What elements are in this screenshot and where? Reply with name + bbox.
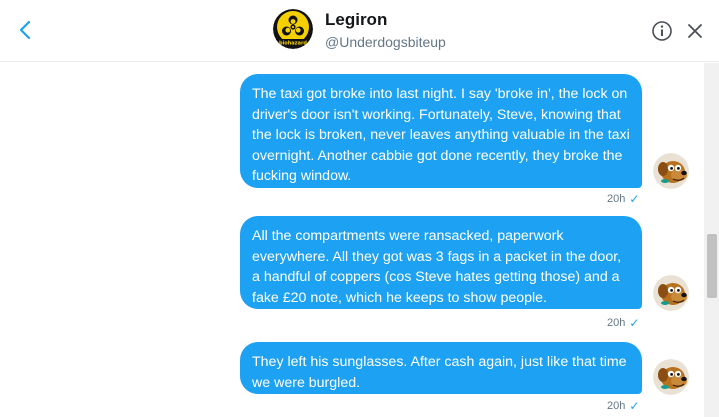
message-time: 20h [607, 400, 626, 412]
message-meta: 20h ✓ [607, 192, 639, 206]
chevron-left-icon [19, 20, 31, 40]
message-text: All the compartments were ransacked, pap… [252, 228, 622, 306]
biohazard-logo: biohazard [273, 9, 313, 49]
message-text: The taxi got broke into last night. I sa… [252, 86, 630, 184]
close-button[interactable] [686, 22, 704, 40]
conversation-title[interactable]: Legiron [325, 10, 387, 30]
scooby-doo-avatar [653, 359, 689, 395]
scooby-doo-avatar [653, 153, 689, 189]
info-icon [652, 21, 672, 41]
message-time: 20h [607, 193, 626, 205]
scrollbar-thumb[interactable] [707, 234, 717, 298]
checkmark-icon: ✓ [629, 399, 640, 413]
checkmark-icon: ✓ [629, 192, 640, 206]
sender-avatar[interactable] [653, 153, 689, 189]
sender-avatar[interactable] [653, 275, 689, 311]
message-bubble[interactable]: All the compartments were ransacked, pap… [240, 216, 642, 309]
message-list[interactable]: The taxi got broke into last night. I sa… [0, 63, 719, 417]
avatar-caption: biohazard [279, 41, 307, 47]
checkmark-icon: ✓ [629, 316, 640, 330]
scooby-doo-avatar [653, 275, 689, 311]
profile-avatar[interactable]: biohazard [273, 9, 313, 49]
message-bubble[interactable]: The taxi got broke into last night. I sa… [240, 74, 642, 188]
conversation-handle[interactable]: @Underdogsbiteup [325, 34, 446, 50]
back-button[interactable] [12, 17, 38, 43]
message-text: They left his sunglasses. After cash aga… [252, 354, 627, 391]
info-button[interactable] [651, 20, 673, 42]
conversation-header: biohazard Legiron @Underdogsbiteup [0, 0, 719, 62]
sender-avatar[interactable] [653, 359, 689, 395]
close-icon [688, 24, 702, 38]
message-bubble[interactable]: They left his sunglasses. After cash aga… [240, 342, 642, 394]
message-meta: 20h ✓ [607, 316, 639, 330]
message-meta: 20h ✓ [607, 399, 639, 413]
message-time: 20h [607, 317, 626, 329]
